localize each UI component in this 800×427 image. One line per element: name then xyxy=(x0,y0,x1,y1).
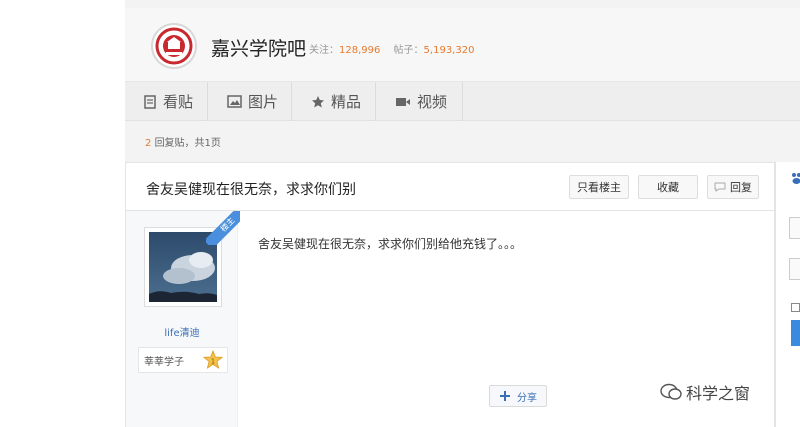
op-ribbon-label: 楼主 xyxy=(206,211,240,245)
tab-label: 视频 xyxy=(417,93,448,111)
reply-count-text: 回复贴，共1页 xyxy=(154,138,221,149)
plus-icon xyxy=(500,391,510,401)
tab-divider xyxy=(207,82,208,121)
tab-divider xyxy=(375,82,376,121)
favorite-label: 收藏 xyxy=(657,181,679,194)
star-icon xyxy=(312,95,324,107)
tab-images[interactable]: 图片 xyxy=(227,82,278,121)
author-name[interactable]: life清迪 xyxy=(126,324,238,339)
wechat-icon xyxy=(660,383,682,400)
level-number: 1 xyxy=(211,358,215,366)
forum-name[interactable]: 嘉兴学院吧 xyxy=(211,34,306,61)
follow-label: 关注： xyxy=(309,45,339,56)
tab-view-posts[interactable]: 看贴 xyxy=(143,82,193,121)
image-icon xyxy=(227,95,242,108)
remember-checkbox[interactable] xyxy=(791,303,800,312)
right-sidebar-partial xyxy=(775,162,800,427)
thread-title: 舍友吴健现在很无奈，求求你们别 xyxy=(146,182,356,198)
password-input[interactable] xyxy=(789,258,800,280)
only-op-button[interactable]: 只看楼主 xyxy=(569,175,629,199)
favorite-button[interactable]: 收藏 xyxy=(638,175,698,199)
reply-count: 2 xyxy=(145,138,152,149)
share-button[interactable]: 分享 xyxy=(489,385,547,407)
tab-label: 图片 xyxy=(248,93,279,111)
posts-count: 5,193,320 xyxy=(423,45,475,56)
forum-logo[interactable] xyxy=(151,23,197,69)
reply-label: 回复 xyxy=(730,181,752,194)
video-icon xyxy=(396,97,410,106)
login-button[interactable] xyxy=(791,320,800,346)
tab-featured[interactable]: 精品 xyxy=(311,82,361,121)
speech-bubble-icon xyxy=(714,182,726,192)
tab-label: 看贴 xyxy=(163,93,194,111)
level-title: 莘莘学子 xyxy=(144,356,184,368)
document-icon xyxy=(144,94,156,109)
forum-header: 嘉兴学院吧 关注：128,996 帖子：5,193,320 xyxy=(125,8,800,82)
tab-video[interactable]: 视频 xyxy=(395,82,447,121)
reply-button[interactable]: 回复 xyxy=(707,175,759,199)
wechat-watermark: 科学之窗 xyxy=(660,380,750,404)
user-level: 莘莘学子 1 xyxy=(138,347,228,373)
follow-count: 128,996 xyxy=(339,45,381,56)
posts-label: 帖子： xyxy=(393,45,424,56)
tab-label: 精品 xyxy=(331,93,362,111)
thread-title-bar: 舍友吴健现在很无奈，求求你们别 只看楼主 收藏 回复 xyxy=(125,162,775,211)
post-content: 舍友吴健现在很无奈，求求你们别给他充钱了。。。 xyxy=(258,237,523,251)
only-op-label: 只看楼主 xyxy=(577,181,621,194)
forum-stats: 关注：128,996 帖子：5,193,320 xyxy=(309,41,484,56)
forum-main: 嘉兴学院吧 关注：128,996 帖子：5,193,320 看贴 图片 精品 视… xyxy=(125,0,800,427)
left-gutter xyxy=(0,0,125,427)
level-star-badge-icon: 1 xyxy=(203,350,223,369)
username-input[interactable] xyxy=(789,217,800,239)
op-ribbon: 楼主 xyxy=(206,211,240,245)
university-emblem-icon xyxy=(154,26,194,66)
watermark-text: 科学之窗 xyxy=(686,384,751,403)
share-label: 分享 xyxy=(517,392,537,404)
reply-count-info: 2 回复贴，共1页 xyxy=(145,134,221,149)
author-column: life清迪 莘莘学子 1 楼主 xyxy=(126,211,240,427)
tab-divider xyxy=(462,82,463,121)
forum-tabbar: 看贴 图片 精品 视频 xyxy=(125,82,800,121)
tab-divider xyxy=(291,82,292,121)
paw-icon xyxy=(792,173,800,184)
